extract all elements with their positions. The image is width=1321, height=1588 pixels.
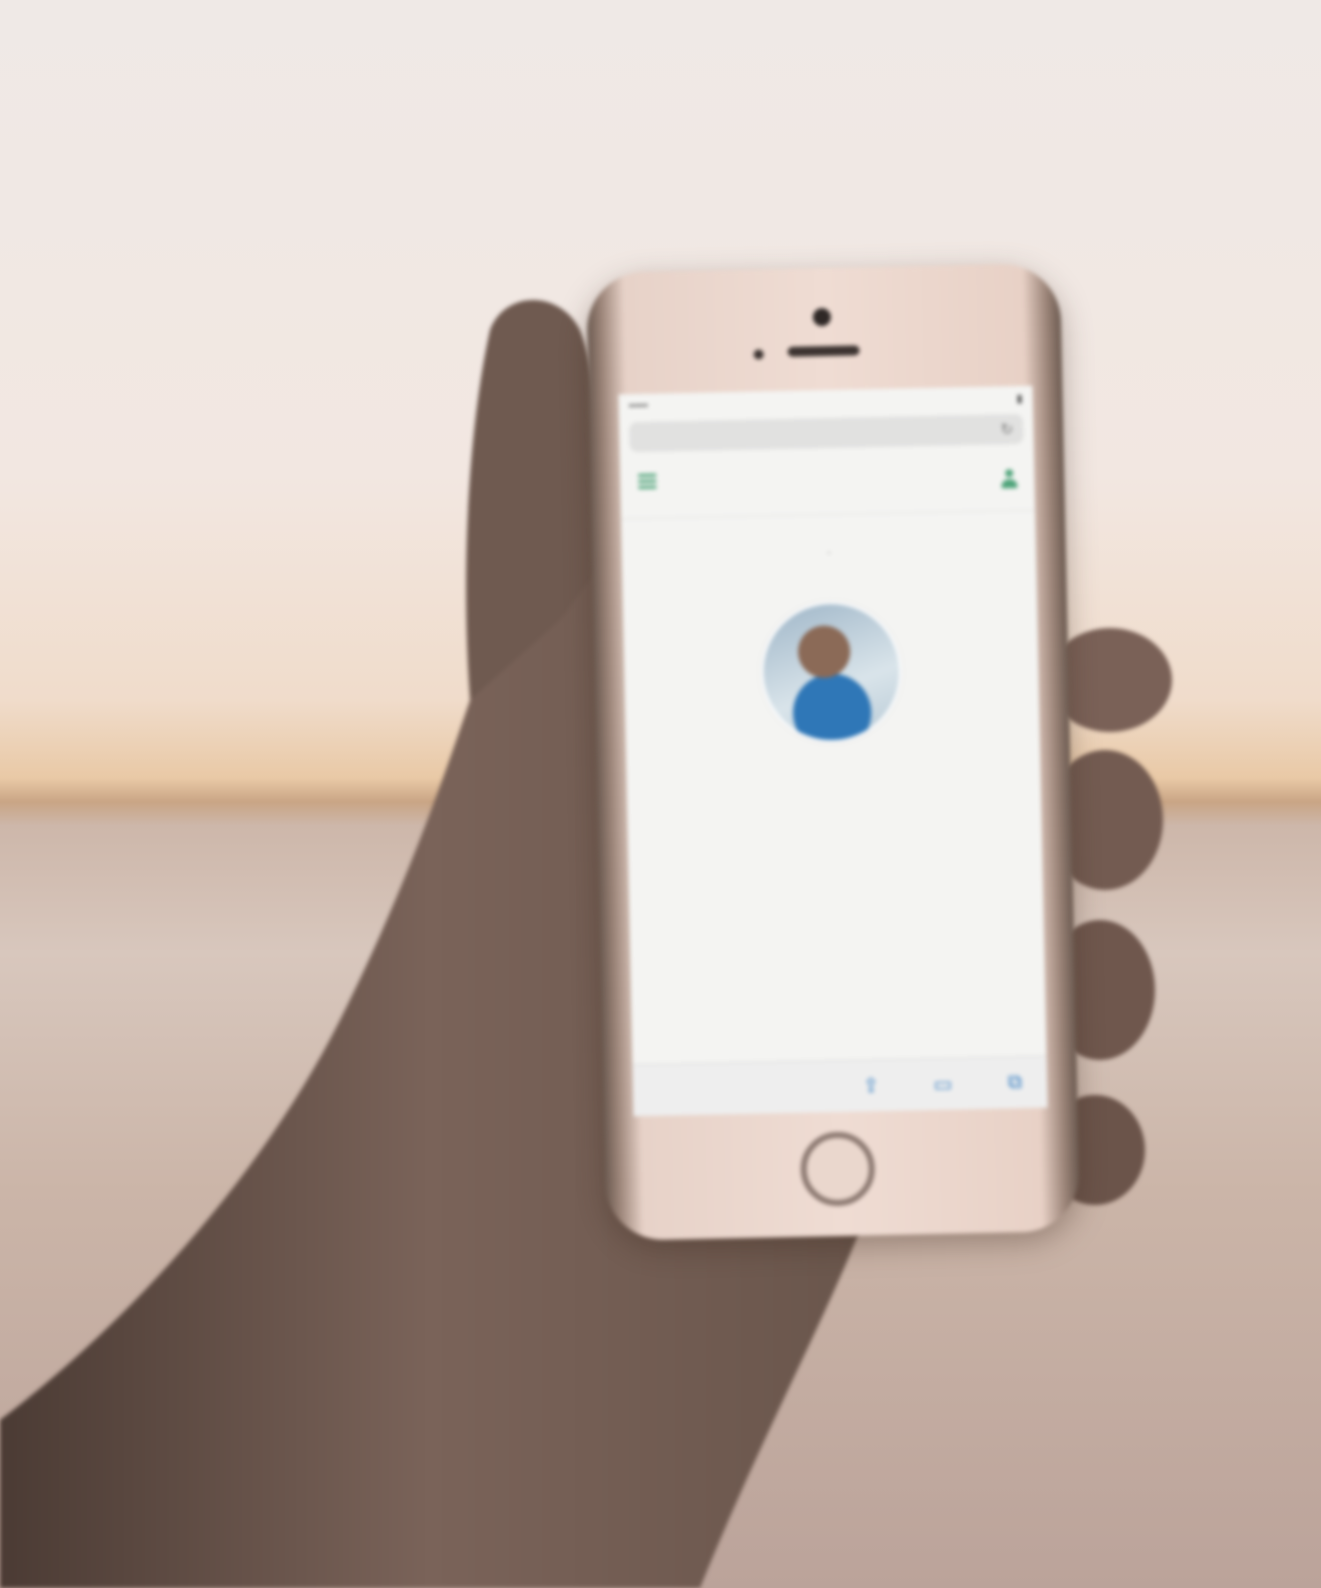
person-description — [634, 755, 1032, 763]
browser-toolbar: ⇪ ▭ ⧉ — [632, 1055, 1048, 1117]
user-icon[interactable] — [1000, 469, 1018, 489]
avatar — [758, 599, 904, 745]
photo-scene: ••••• ▮ ↻ · ⇪ ▭ ⧉ — [0, 0, 1321, 1588]
signal-indicator: ••••• — [628, 399, 649, 413]
book-icon[interactable]: ▭ — [931, 1072, 956, 1097]
meta-separator: · — [826, 545, 831, 560]
meta-subline — [622, 577, 1036, 586]
front-camera — [812, 307, 832, 327]
proximity-sensor — [753, 349, 764, 360]
article-meta: · — [622, 541, 1036, 564]
tabs-icon[interactable]: ⧉ — [1003, 1071, 1027, 1094]
earpiece-speaker — [787, 345, 860, 357]
phone: ••••• ▮ ↻ · ⇪ ▭ ⧉ — [585, 263, 1081, 1241]
home-button[interactable] — [799, 1131, 876, 1207]
site-header — [619, 447, 1035, 520]
hamburger-menu-icon[interactable] — [636, 473, 659, 500]
phone-screen: ••••• ▮ ↻ · ⇪ ▭ ⧉ — [618, 385, 1048, 1117]
battery-indicator: ▮ — [1016, 392, 1023, 405]
person-name — [626, 753, 1040, 762]
address-bar[interactable]: ↻ — [629, 413, 1024, 453]
status-bar: ••••• ▮ — [618, 386, 1032, 419]
share-icon[interactable]: ⇪ — [859, 1073, 884, 1098]
reload-icon[interactable]: ↻ — [1001, 420, 1014, 438]
